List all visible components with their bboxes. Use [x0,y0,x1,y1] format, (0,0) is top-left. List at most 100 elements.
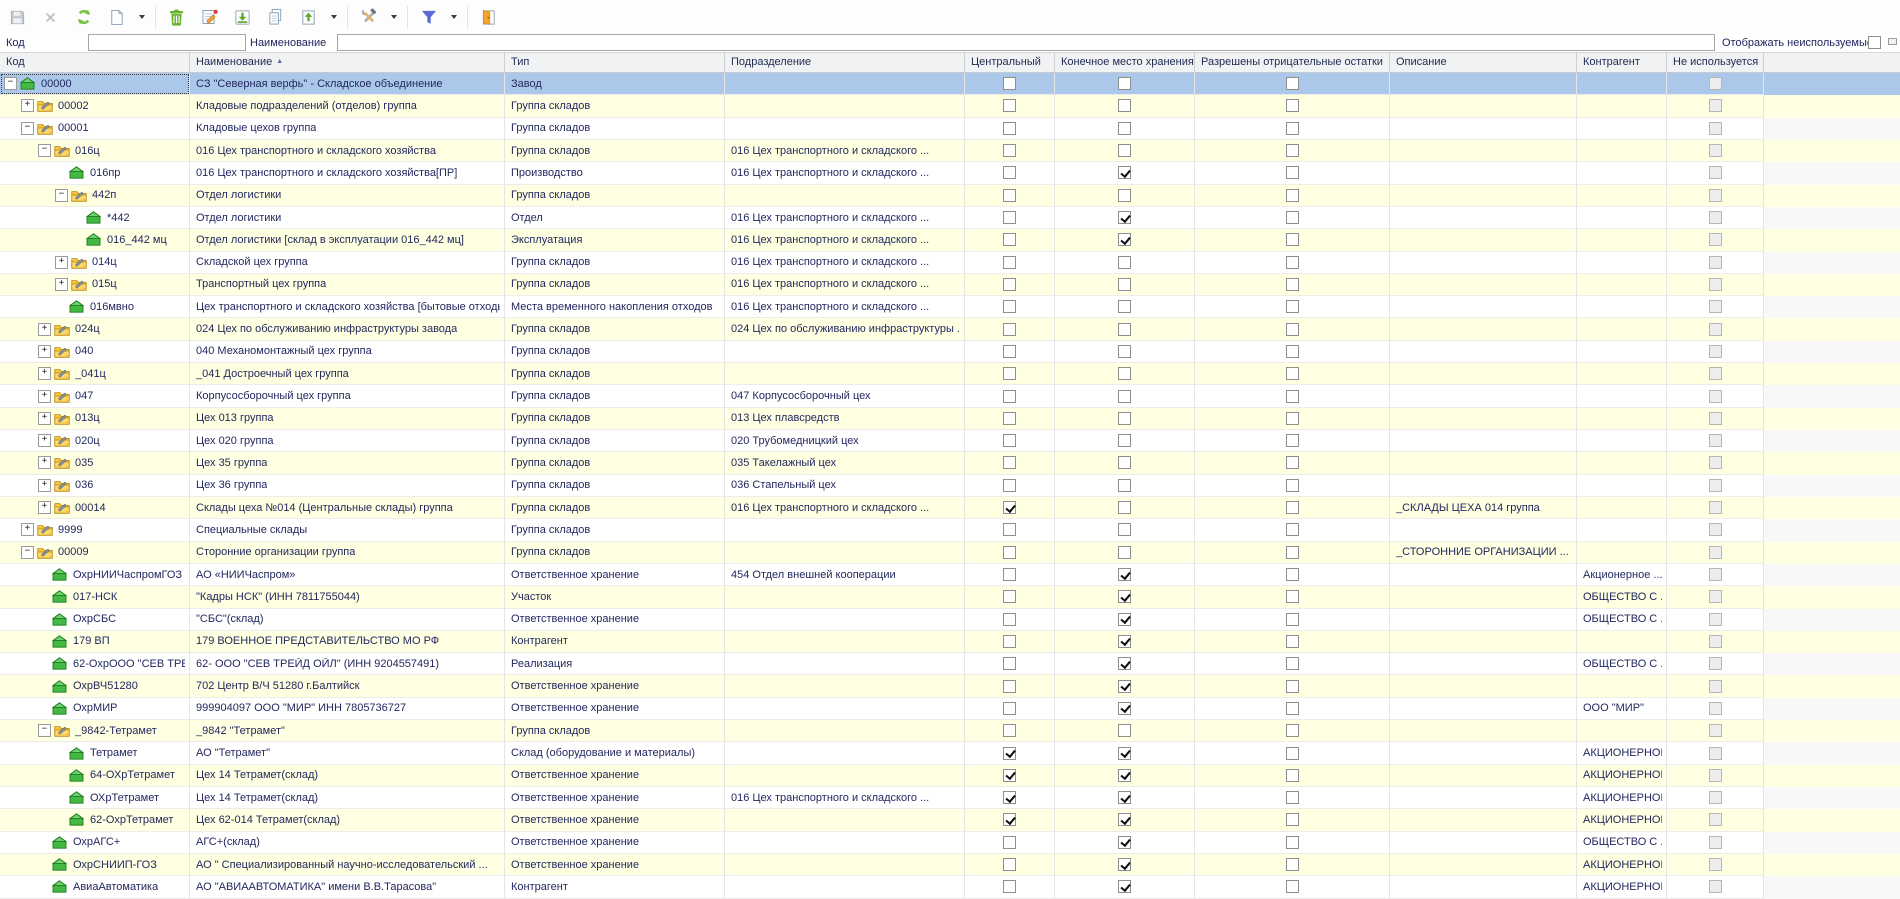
cell-type[interactable]: Группа складов [505,363,725,385]
central-checkbox[interactable] [1003,680,1016,693]
cell-type[interactable]: Группа складов [505,408,725,430]
cell-description[interactable] [1390,809,1577,831]
central-checkbox[interactable] [1003,367,1016,380]
cell-department[interactable] [725,341,965,363]
cell-department[interactable]: 016 Цех транспортного и складского ... [725,787,965,809]
not-used-checkbox[interactable] [1709,702,1722,715]
cell-contractor[interactable] [1577,408,1667,430]
final-storage-checkbox[interactable] [1118,390,1131,403]
cell-description[interactable] [1390,586,1577,608]
cell-name[interactable]: Цех 62-014 Тетрамет(склад) [190,809,505,831]
cell-type[interactable]: Ответственное хранение [505,765,725,787]
cell-type[interactable]: Группа складов [505,497,725,519]
show-unused-checkbox[interactable] [1868,36,1881,49]
cell-description[interactable] [1390,787,1577,809]
cell-contractor[interactable]: ОБЩЕСТВО С ... [1577,832,1667,854]
cell-name[interactable]: Цех 013 группа [190,408,505,430]
not-used-checkbox[interactable] [1709,456,1722,469]
cell-description[interactable] [1390,653,1577,675]
cell-contractor[interactable] [1577,252,1667,274]
cell-description[interactable] [1390,854,1577,876]
not-used-checkbox[interactable] [1709,300,1722,313]
not-used-checkbox[interactable] [1709,99,1722,112]
negative-allowed-checkbox[interactable] [1286,769,1299,782]
central-checkbox[interactable] [1003,657,1016,670]
cell-code[interactable]: ОхрАГС+ [0,832,190,854]
central-checkbox[interactable] [1003,724,1016,737]
not-used-checkbox[interactable] [1709,211,1722,224]
cell-name[interactable]: Цех 35 группа [190,452,505,474]
cell-department[interactable] [725,185,965,207]
central-checkbox[interactable] [1003,858,1016,871]
cell-description[interactable] [1390,162,1577,184]
cell-contractor[interactable] [1577,95,1667,117]
table-row[interactable]: ОхрНИИЧаспромГОЗАО «НИИЧаспром»Ответстве… [0,564,1900,586]
negative-allowed-checkbox[interactable] [1286,367,1299,380]
not-used-checkbox[interactable] [1709,546,1722,559]
final-storage-checkbox[interactable] [1118,77,1131,90]
cell-name[interactable]: 024 Цех по обслуживанию инфраструктуры з… [190,318,505,340]
central-checkbox[interactable] [1003,523,1016,536]
filter-dropdown[interactable] [448,4,460,31]
central-checkbox[interactable] [1003,590,1016,603]
final-storage-checkbox[interactable] [1118,590,1131,603]
cell-name[interactable]: Цех 14 Тетрамет(склад) [190,787,505,809]
expand-icon[interactable]: + [38,323,51,336]
table-row[interactable]: +9999Специальные складыГруппа складов [0,519,1900,541]
cell-description[interactable] [1390,698,1577,720]
cell-type[interactable]: Завод [505,73,725,95]
final-storage-checkbox[interactable] [1118,189,1131,202]
cell-type[interactable]: Места временного накопления отходов [505,296,725,318]
cell-description[interactable] [1390,631,1577,653]
cell-code[interactable]: +00014 [0,497,190,519]
cell-department[interactable] [725,363,965,385]
central-checkbox[interactable] [1003,256,1016,269]
final-storage-checkbox[interactable] [1118,880,1131,893]
central-checkbox[interactable] [1003,791,1016,804]
cell-contractor[interactable]: ООО "МИР" [1577,698,1667,720]
cell-description[interactable]: _СКЛАДЫ ЦЕХА 014 группа [1390,497,1577,519]
central-checkbox[interactable] [1003,189,1016,202]
expand-icon[interactable]: + [38,367,51,380]
cell-contractor[interactable]: ОБЩЕСТВО С ... [1577,653,1667,675]
not-used-checkbox[interactable] [1709,657,1722,670]
negative-allowed-checkbox[interactable] [1286,479,1299,492]
negative-allowed-checkbox[interactable] [1286,523,1299,536]
table-row[interactable]: +047Корпусосборочный цех группаГруппа ск… [0,385,1900,407]
cell-contractor[interactable] [1577,140,1667,162]
cell-type[interactable]: Группа складов [505,519,725,541]
expand-icon[interactable]: + [38,390,51,403]
cell-code[interactable]: 64-ОХрТетрамет [0,765,190,787]
cell-description[interactable] [1390,73,1577,95]
cell-contractor[interactable] [1577,452,1667,474]
final-storage-checkbox[interactable] [1118,456,1131,469]
final-storage-checkbox[interactable] [1118,724,1131,737]
cell-department[interactable] [725,854,965,876]
cell-contractor[interactable] [1577,318,1667,340]
table-row[interactable]: +035Цех 35 группаГруппа складов035 Такел… [0,452,1900,474]
table-row[interactable]: +014цСкладской цех группаГруппа складов0… [0,252,1900,274]
cell-name[interactable]: "Кадры НСК" (ИНН 7811755044) [190,586,505,608]
cell-contractor[interactable]: АКЦИОНЕРНОЕ... [1577,809,1667,831]
cell-description[interactable] [1390,832,1577,854]
cell-contractor[interactable]: АКЦИОНЕРНОЕ... [1577,765,1667,787]
edit-button[interactable] [196,4,223,31]
central-checkbox[interactable] [1003,479,1016,492]
negative-allowed-checkbox[interactable] [1286,166,1299,179]
central-checkbox[interactable] [1003,323,1016,336]
export-dropdown[interactable] [328,4,340,31]
cell-name[interactable]: Специальные склады [190,519,505,541]
cell-description[interactable] [1390,720,1577,742]
central-checkbox[interactable] [1003,813,1016,826]
not-used-checkbox[interactable] [1709,367,1722,380]
cell-contractor[interactable] [1577,207,1667,229]
table-row[interactable]: ТетраметАО "Тетрамет"Склад (оборудование… [0,742,1900,764]
cell-description[interactable] [1390,876,1577,898]
final-storage-checkbox[interactable] [1118,99,1131,112]
cell-code[interactable]: +047 [0,385,190,407]
not-used-checkbox[interactable] [1709,590,1722,603]
cell-department[interactable] [725,675,965,697]
central-checkbox[interactable] [1003,568,1016,581]
cell-description[interactable] [1390,742,1577,764]
cell-code[interactable]: 016_442 мц [0,229,190,251]
